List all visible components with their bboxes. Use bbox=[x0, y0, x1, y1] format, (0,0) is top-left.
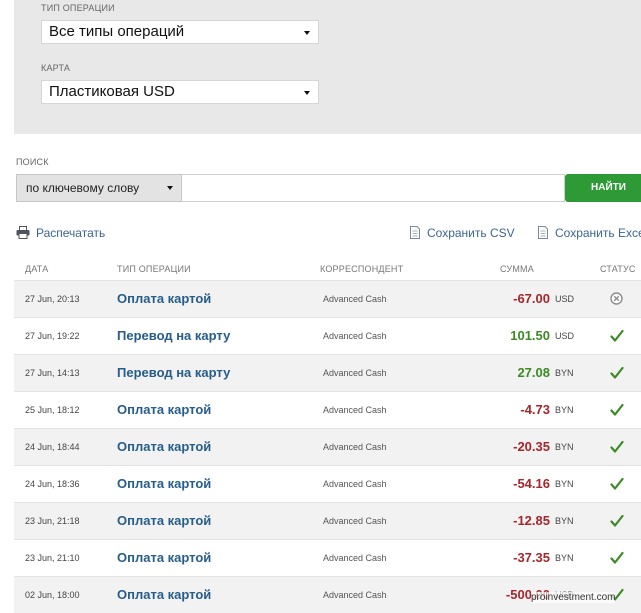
row-date: 24 Jun, 18:36 bbox=[25, 479, 80, 489]
row-correspondent: Advanced Cash bbox=[323, 516, 387, 526]
row-correspondent: Advanced Cash bbox=[323, 553, 387, 563]
row-date: 25 Jun, 18:12 bbox=[25, 405, 80, 415]
table-row[interactable]: 25 Jun, 18:12 Оплата картой Advanced Cash -… bbox=[14, 391, 641, 428]
document-icon bbox=[410, 226, 420, 239]
save-excel-link[interactable]: Сохранить Exce bbox=[538, 226, 641, 240]
row-operation-link[interactable]: Оплата картой bbox=[117, 550, 211, 565]
row-correspondent: Advanced Cash bbox=[323, 479, 387, 489]
row-operation-link[interactable]: Оплата картой bbox=[117, 476, 211, 491]
row-amount: -4.73 bbox=[520, 402, 550, 417]
row-amount: 101.50 bbox=[510, 328, 550, 343]
row-correspondent: Advanced Cash bbox=[323, 442, 387, 452]
row-amount: -54.16 bbox=[513, 476, 550, 491]
check-icon bbox=[610, 366, 624, 385]
save-csv-link[interactable]: Сохранить CSV bbox=[410, 226, 530, 240]
watermark: proinvestment.com bbox=[531, 592, 616, 603]
chevron-down-icon bbox=[304, 91, 310, 95]
row-currency: BYN bbox=[555, 553, 574, 563]
find-button[interactable]: НАЙТИ bbox=[565, 174, 641, 202]
row-date: 23 Jun, 21:18 bbox=[25, 516, 80, 526]
search-label: ПОИСК bbox=[16, 157, 49, 167]
table-row[interactable]: 27 Jun, 19:22 Перевод на карту Advanced Ca… bbox=[14, 317, 641, 354]
row-amount: 27.08 bbox=[517, 365, 550, 380]
document-icon bbox=[538, 226, 548, 239]
row-correspondent: Advanced Cash bbox=[323, 405, 387, 415]
header-status: СТАТУС bbox=[600, 264, 636, 274]
table-row[interactable]: 23 Jun, 21:18 Оплата картой Advanced Cash -… bbox=[14, 502, 641, 539]
row-correspondent: Advanced Cash bbox=[323, 294, 387, 304]
chevron-down-icon bbox=[304, 31, 310, 35]
row-operation-link[interactable]: Оплата картой bbox=[117, 513, 211, 528]
save-excel-label: Сохранить Exce bbox=[555, 226, 641, 240]
row-currency: USD bbox=[555, 331, 575, 341]
row-operation-link[interactable]: Перевод на карту bbox=[117, 365, 230, 380]
card-label: КАРТА bbox=[41, 63, 71, 73]
chevron-down-icon bbox=[167, 186, 173, 190]
row-currency: BYN bbox=[555, 516, 574, 526]
operation-type-select[interactable]: Все типы операций bbox=[41, 20, 319, 44]
search-mode-value: по ключевому слову bbox=[26, 181, 140, 195]
check-icon bbox=[610, 440, 624, 459]
operation-type-value: Все типы операций bbox=[49, 23, 185, 40]
table-row[interactable]: 27 Jun, 20:13 Оплата картой Advanced Cash -… bbox=[14, 280, 641, 317]
row-operation-link[interactable]: Оплата картой bbox=[117, 291, 211, 306]
table-row[interactable]: 27 Jun, 14:13 Перевод на карту Advanced Ca… bbox=[14, 354, 641, 391]
row-amount: -20.35 bbox=[513, 439, 550, 454]
printer-icon bbox=[16, 226, 30, 239]
header-amount: СУММА bbox=[500, 264, 534, 274]
row-currency: BYN bbox=[555, 405, 574, 415]
check-icon bbox=[610, 551, 624, 570]
table-row[interactable]: 23 Jun, 21:10 Оплата картой Advanced Cash -… bbox=[14, 539, 641, 576]
table-row[interactable]: 24 Jun, 18:44 Оплата картой Advanced Cash -… bbox=[14, 428, 641, 465]
cancelled-icon bbox=[610, 292, 623, 310]
row-date: 23 Jun, 21:10 bbox=[25, 553, 80, 563]
row-operation-link[interactable]: Перевод на карту bbox=[117, 328, 230, 343]
operation-type-label: ТИП ОПЕРАЦИИ bbox=[41, 3, 115, 13]
row-amount: -12.85 bbox=[513, 513, 550, 528]
row-currency: BYN bbox=[555, 442, 574, 452]
row-currency: BYN bbox=[555, 368, 574, 378]
save-csv-label: Сохранить CSV bbox=[427, 226, 515, 240]
check-icon bbox=[610, 403, 624, 422]
print-link[interactable]: Распечатать bbox=[16, 226, 116, 240]
row-correspondent: Advanced Cash bbox=[323, 331, 387, 341]
row-currency: BYN bbox=[555, 479, 574, 489]
row-date: 27 Jun, 19:22 bbox=[25, 331, 80, 341]
card-select[interactable]: Пластиковая USD bbox=[41, 80, 319, 104]
row-date: 27 Jun, 14:13 bbox=[25, 368, 80, 378]
check-icon bbox=[610, 329, 624, 348]
row-correspondent: Advanced Cash bbox=[323, 590, 387, 600]
row-date: 27 Jun, 20:13 bbox=[25, 294, 80, 304]
header-date: ДАТА bbox=[25, 264, 49, 274]
row-date: 24 Jun, 18:44 bbox=[25, 442, 80, 452]
search-mode-select[interactable]: по ключевому слову bbox=[16, 174, 182, 202]
table-row[interactable]: 24 Jun, 18:36 Оплата картой Advanced Cash -… bbox=[14, 465, 641, 502]
header-correspondent: КОРРЕСПОНДЕНТ bbox=[320, 264, 404, 274]
row-correspondent: Advanced Cash bbox=[323, 368, 387, 378]
row-operation-link[interactable]: Оплата картой bbox=[117, 402, 211, 417]
row-amount: -67.00 bbox=[513, 291, 550, 306]
row-date: 02 Jun, 18:00 bbox=[25, 590, 80, 600]
row-operation-link[interactable]: Оплата картой bbox=[117, 587, 211, 602]
check-icon bbox=[610, 477, 624, 496]
print-label: Распечатать bbox=[36, 226, 106, 240]
row-amount: -37.35 bbox=[513, 550, 550, 565]
header-type: ТИП ОПЕРАЦИИ bbox=[117, 264, 191, 274]
row-operation-link[interactable]: Оплата картой bbox=[117, 439, 211, 454]
row-currency: USD bbox=[555, 294, 575, 304]
card-value: Пластиковая USD bbox=[49, 83, 175, 100]
search-input[interactable] bbox=[182, 174, 565, 202]
check-icon bbox=[610, 514, 624, 533]
